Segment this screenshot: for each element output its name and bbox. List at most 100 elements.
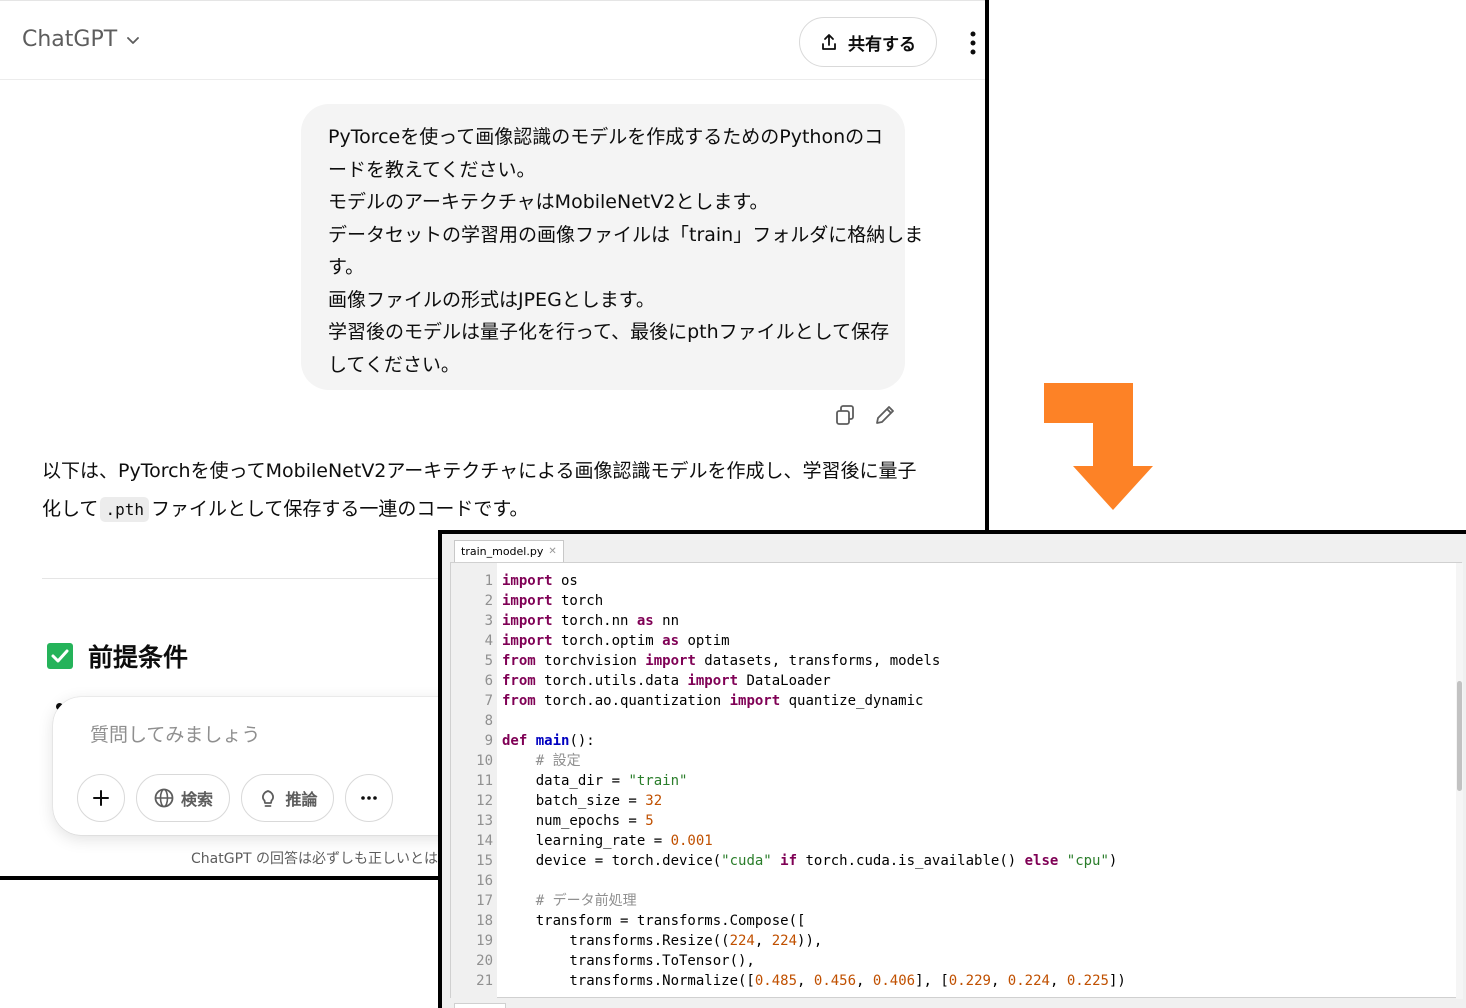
assistant-line: 以下は、PyTorchを使ってMobileNetV2アーキテクチャによる画像認識… xyxy=(42,460,917,482)
code-token: as xyxy=(662,633,680,649)
line-number: 10 xyxy=(476,753,493,769)
code-token: import xyxy=(729,693,781,709)
code-token: else xyxy=(1024,853,1059,869)
add-attachment-button[interactable] xyxy=(77,774,125,822)
code-token: batch_size = xyxy=(502,793,646,809)
code-token: torch.ao.quantization xyxy=(535,693,730,709)
code-line: from torch.ao.quantization import quanti… xyxy=(502,691,923,711)
code-token: device = torch.device( xyxy=(502,853,722,869)
scrollbar-thumb[interactable] xyxy=(1457,681,1462,791)
line-number: 6 xyxy=(484,673,493,689)
code-token: from xyxy=(502,653,536,669)
user-message-line: してください。 xyxy=(328,353,460,376)
code-token: from xyxy=(502,673,536,689)
code-token: os xyxy=(552,573,578,589)
chat-header: ChatGPT 共有する xyxy=(0,0,985,80)
lightbulb-icon xyxy=(262,790,275,807)
more-options-icon[interactable] xyxy=(964,28,982,58)
scrollbar-thumb[interactable] xyxy=(454,1003,506,1008)
code-token: 0.456 xyxy=(813,973,857,989)
code-editor-window: train_model.py ✕ 1 2 3 4 5 6 7 8 9 10 11 12 13 14 15 16… xyxy=(438,530,1466,1008)
code-token: "train" xyxy=(628,773,688,789)
code-token: import xyxy=(502,573,553,589)
plus-icon xyxy=(93,790,109,806)
reason-button[interactable]: 推論 xyxy=(241,774,334,822)
file-tab[interactable]: train_model.py ✕ xyxy=(454,540,564,562)
code-token: torch.utils.data xyxy=(535,673,688,689)
copy-icon[interactable] xyxy=(833,403,857,427)
code-token: if xyxy=(780,853,798,869)
code-line: from torchvision import datasets, transf… xyxy=(502,651,940,671)
line-number: 3 xyxy=(484,613,493,629)
edit-pencil-icon[interactable] xyxy=(873,403,897,427)
user-message-line: す。 xyxy=(328,256,365,278)
line-number: 11 xyxy=(476,773,493,789)
line-number: 14 xyxy=(476,833,493,849)
code-area[interactable]: 1 2 3 4 5 6 7 8 9 10 11 12 13 14 15 16 17 18 19 20 21 import… xyxy=(450,562,1463,999)
search-button[interactable]: 検索 xyxy=(136,774,230,822)
code-token: torch.nn xyxy=(552,613,637,629)
code-line: transforms.ToTensor(), xyxy=(502,951,755,971)
checkbox-checked-icon xyxy=(47,643,73,669)
code-token: import xyxy=(502,633,553,649)
code-token: "cuda" xyxy=(721,853,772,869)
code-line: # データ前処理 xyxy=(502,891,637,911)
model-selector[interactable]: ChatGPT xyxy=(22,27,141,52)
code-token: torchvision xyxy=(535,653,646,669)
code-token: transform = transforms.Compose([ xyxy=(502,913,806,929)
prompt-input[interactable] xyxy=(90,721,470,749)
more-tools-button[interactable] xyxy=(345,774,393,822)
code-token: data_dir = xyxy=(502,773,629,789)
code-token: transforms.ToTensor(), xyxy=(502,953,755,969)
share-icon xyxy=(822,34,836,50)
code-token: , xyxy=(990,973,1008,989)
bent-arrow-icon xyxy=(1044,383,1153,510)
code-token: ) xyxy=(1108,853,1118,869)
horizontal-scrollbar[interactable] xyxy=(450,1000,1462,1008)
code-line: def main(): xyxy=(502,731,595,751)
user-message-bubble: PyTorceを使って画像認識のモデルを作成するためのPythonのコ ードを教… xyxy=(301,104,923,390)
code-token: 0.406 xyxy=(872,973,916,989)
code-line: from torch.utils.data import DataLoader xyxy=(502,671,831,691)
code-token: transforms.Normalize([ xyxy=(502,973,755,989)
code-token: 32 xyxy=(645,793,663,809)
code-token: , xyxy=(856,973,873,989)
code-token: torch.cuda.is_available() xyxy=(797,853,1025,869)
code-token: import xyxy=(645,653,696,669)
code-line: learning_rate = 0.001 xyxy=(502,831,713,851)
line-number: 5 xyxy=(484,653,493,669)
line-number: 21 xyxy=(476,973,493,989)
code-token: datasets, transforms, models xyxy=(695,653,941,669)
code-token: # 設定 xyxy=(535,753,581,769)
code-token: 224 xyxy=(729,933,755,949)
chevron-down-icon xyxy=(127,36,140,44)
code-token: # データ前処理 xyxy=(535,893,637,909)
line-number: 18 xyxy=(476,913,493,929)
close-icon[interactable]: ✕ xyxy=(548,546,556,557)
code-token: , xyxy=(1049,973,1067,989)
line-number: 20 xyxy=(476,953,493,969)
code-token: transforms.Resize(( xyxy=(502,933,730,949)
line-number: 9 xyxy=(484,733,493,749)
reason-label: 推論 xyxy=(285,790,318,809)
share-button[interactable]: 共有する xyxy=(799,17,937,67)
code-token: ], [ xyxy=(915,973,949,989)
line-number: 7 xyxy=(484,693,493,709)
code-token: 224 xyxy=(771,933,798,949)
assistant-text-span: 化して xyxy=(42,498,99,520)
vertical-scrollbar[interactable] xyxy=(1456,563,1463,999)
line-number: 8 xyxy=(484,713,493,729)
line-number: 13 xyxy=(476,813,493,829)
code-token: torch xyxy=(552,593,604,609)
line-number: 1 xyxy=(484,573,493,589)
code-token: 0.485 xyxy=(754,973,798,989)
line-number: 4 xyxy=(484,633,493,649)
code-token: , xyxy=(754,933,772,949)
code-token: quantize_dynamic xyxy=(780,693,924,709)
line-number: 12 xyxy=(476,793,493,809)
code-token: import xyxy=(687,673,739,689)
code-token: , xyxy=(797,973,814,989)
